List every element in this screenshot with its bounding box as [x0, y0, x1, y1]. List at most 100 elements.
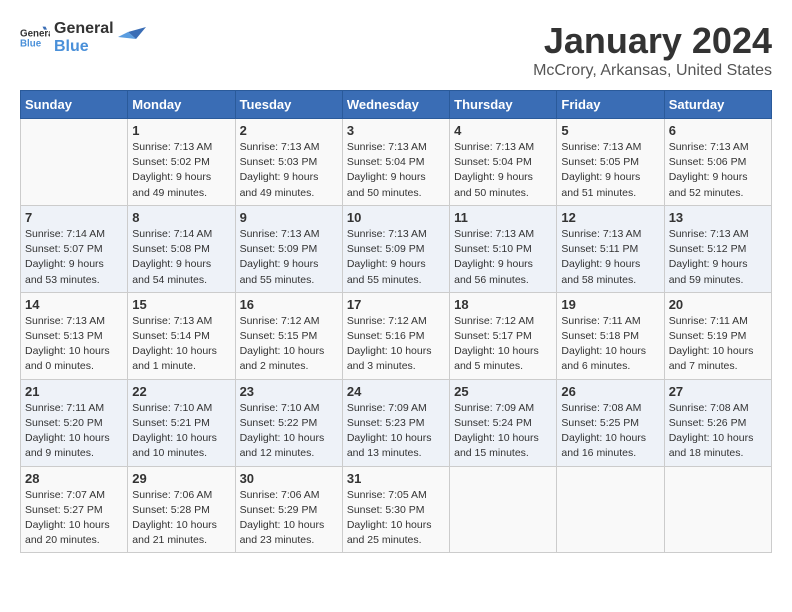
calendar-cell: 13 Sunrise: 7:13 AM Sunset: 5:12 PM Dayli…: [664, 205, 771, 292]
day-number: 30: [240, 471, 338, 486]
day-number: 17: [347, 297, 445, 312]
calendar-cell: [664, 466, 771, 553]
calendar-title: January 2024: [533, 20, 772, 62]
day-number: 26: [561, 384, 659, 399]
calendar-cell: 5 Sunrise: 7:13 AM Sunset: 5:05 PM Daylig…: [557, 119, 664, 206]
calendar-cell: 29 Sunrise: 7:06 AM Sunset: 5:28 PM Dayli…: [128, 466, 235, 553]
cell-content: Sunrise: 7:11 AM Sunset: 5:20 PM Dayligh…: [25, 401, 123, 462]
calendar-cell: 12 Sunrise: 7:13 AM Sunset: 5:11 PM Dayli…: [557, 205, 664, 292]
day-number: 31: [347, 471, 445, 486]
header-tuesday: Tuesday: [235, 91, 342, 119]
cell-content: Sunrise: 7:05 AM Sunset: 5:30 PM Dayligh…: [347, 488, 445, 549]
calendar-cell: 24 Sunrise: 7:09 AM Sunset: 5:23 PM Dayli…: [342, 379, 449, 466]
calendar-cell: 7Sunrise: 7:14 AM Sunset: 5:07 PM Daylig…: [21, 205, 128, 292]
calendar-cell: 31 Sunrise: 7:05 AM Sunset: 5:30 PM Dayli…: [342, 466, 449, 553]
cell-content: Sunrise: 7:14 AM Sunset: 5:08 PM Dayligh…: [132, 227, 230, 288]
cell-content: Sunrise: 7:06 AM Sunset: 5:28 PM Dayligh…: [132, 488, 230, 549]
cell-content: Sunrise: 7:13 AM Sunset: 5:10 PM Dayligh…: [454, 227, 552, 288]
day-number: 19: [561, 297, 659, 312]
week-row-5: 28 Sunrise: 7:07 AM Sunset: 5:27 PM Dayli…: [21, 466, 772, 553]
day-number: 24: [347, 384, 445, 399]
days-header-row: SundayMondayTuesdayWednesdayThursdayFrid…: [21, 91, 772, 119]
day-number: 25: [454, 384, 552, 399]
logo-general: General: [54, 20, 114, 38]
calendar-cell: 21 Sunrise: 7:11 AM Sunset: 5:20 PM Dayli…: [21, 379, 128, 466]
cell-content: Sunrise: 7:13 AM Sunset: 5:12 PM Dayligh…: [669, 227, 767, 288]
calendar-subtitle: McCrory, Arkansas, United States: [533, 62, 772, 80]
calendar-cell: 15Sunrise: 7:13 AM Sunset: 5:14 PM Dayli…: [128, 292, 235, 379]
cell-content: Sunrise: 7:13 AM Sunset: 5:04 PM Dayligh…: [454, 140, 552, 201]
day-number: 4: [454, 123, 552, 138]
cell-content: Sunrise: 7:11 AM Sunset: 5:19 PM Dayligh…: [669, 314, 767, 375]
cell-content: Sunrise: 7:13 AM Sunset: 5:06 PM Dayligh…: [669, 140, 767, 201]
logo-blue: Blue: [54, 38, 114, 56]
calendar-cell: 3 Sunrise: 7:13 AM Sunset: 5:04 PM Daylig…: [342, 119, 449, 206]
day-number: 27: [669, 384, 767, 399]
cell-content: Sunrise: 7:13 AM Sunset: 5:05 PM Dayligh…: [561, 140, 659, 201]
header-friday: Friday: [557, 91, 664, 119]
day-number: 13: [669, 210, 767, 225]
cell-content: Sunrise: 7:08 AM Sunset: 5:25 PM Dayligh…: [561, 401, 659, 462]
calendar-cell: 1Sunrise: 7:13 AM Sunset: 5:02 PM Daylig…: [128, 119, 235, 206]
header-monday: Monday: [128, 91, 235, 119]
day-number: 29: [132, 471, 230, 486]
day-number: 10: [347, 210, 445, 225]
day-number: 22: [132, 384, 230, 399]
header-thursday: Thursday: [450, 91, 557, 119]
logo: General Blue General Blue: [20, 20, 146, 55]
cell-content: Sunrise: 7:10 AM Sunset: 5:21 PM Dayligh…: [132, 401, 230, 462]
calendar-cell: 4 Sunrise: 7:13 AM Sunset: 5:04 PM Daylig…: [450, 119, 557, 206]
day-number: 6: [669, 123, 767, 138]
day-number: 21: [25, 384, 123, 399]
day-number: 1: [132, 123, 230, 138]
calendar-cell: 27 Sunrise: 7:08 AM Sunset: 5:26 PM Dayli…: [664, 379, 771, 466]
day-number: 2: [240, 123, 338, 138]
calendar-cell: 28 Sunrise: 7:07 AM Sunset: 5:27 PM Dayli…: [21, 466, 128, 553]
day-number: 20: [669, 297, 767, 312]
cell-content: Sunrise: 7:12 AM Sunset: 5:16 PM Dayligh…: [347, 314, 445, 375]
calendar-cell: 23 Sunrise: 7:10 AM Sunset: 5:22 PM Dayli…: [235, 379, 342, 466]
calendar-cell: 20 Sunrise: 7:11 AM Sunset: 5:19 PM Dayli…: [664, 292, 771, 379]
calendar-cell: 2Sunrise: 7:13 AM Sunset: 5:03 PM Daylig…: [235, 119, 342, 206]
cell-content: Sunrise: 7:10 AM Sunset: 5:22 PM Dayligh…: [240, 401, 338, 462]
cell-content: Sunrise: 7:12 AM Sunset: 5:17 PM Dayligh…: [454, 314, 552, 375]
cell-content: Sunrise: 7:13 AM Sunset: 5:04 PM Dayligh…: [347, 140, 445, 201]
calendar-cell: 6 Sunrise: 7:13 AM Sunset: 5:06 PM Daylig…: [664, 119, 771, 206]
day-number: 23: [240, 384, 338, 399]
calendar-table: SundayMondayTuesdayWednesdayThursdayFrid…: [20, 90, 772, 553]
day-number: 3: [347, 123, 445, 138]
calendar-cell: 8 Sunrise: 7:14 AM Sunset: 5:08 PM Daylig…: [128, 205, 235, 292]
calendar-cell: [557, 466, 664, 553]
week-row-4: 21 Sunrise: 7:11 AM Sunset: 5:20 PM Dayli…: [21, 379, 772, 466]
calendar-cell: 25 Sunrise: 7:09 AM Sunset: 5:24 PM Dayli…: [450, 379, 557, 466]
calendar-cell: 14Sunrise: 7:13 AM Sunset: 5:13 PM Dayli…: [21, 292, 128, 379]
week-row-1: 1Sunrise: 7:13 AM Sunset: 5:02 PM Daylig…: [21, 119, 772, 206]
day-number: 7: [25, 210, 123, 225]
calendar-cell: 19 Sunrise: 7:11 AM Sunset: 5:18 PM Dayli…: [557, 292, 664, 379]
cell-content: Sunrise: 7:13 AM Sunset: 5:11 PM Dayligh…: [561, 227, 659, 288]
calendar-cell: 18 Sunrise: 7:12 AM Sunset: 5:17 PM Dayli…: [450, 292, 557, 379]
day-number: 12: [561, 210, 659, 225]
cell-content: Sunrise: 7:09 AM Sunset: 5:23 PM Dayligh…: [347, 401, 445, 462]
cell-content: Sunrise: 7:09 AM Sunset: 5:24 PM Dayligh…: [454, 401, 552, 462]
cell-content: Sunrise: 7:11 AM Sunset: 5:18 PM Dayligh…: [561, 314, 659, 375]
day-number: 11: [454, 210, 552, 225]
logo-bird-icon: [118, 27, 146, 49]
day-number: 18: [454, 297, 552, 312]
day-number: 28: [25, 471, 123, 486]
logo-icon: General Blue: [20, 26, 50, 50]
header-wednesday: Wednesday: [342, 91, 449, 119]
calendar-cell: 30Sunrise: 7:06 AM Sunset: 5:29 PM Dayli…: [235, 466, 342, 553]
day-number: 8: [132, 210, 230, 225]
cell-content: Sunrise: 7:08 AM Sunset: 5:26 PM Dayligh…: [669, 401, 767, 462]
cell-content: Sunrise: 7:12 AM Sunset: 5:15 PM Dayligh…: [240, 314, 338, 375]
header-sunday: Sunday: [21, 91, 128, 119]
day-number: 9: [240, 210, 338, 225]
calendar-cell: 10Sunrise: 7:13 AM Sunset: 5:09 PM Dayli…: [342, 205, 449, 292]
title-area: January 2024 McCrory, Arkansas, United S…: [533, 20, 772, 80]
cell-content: Sunrise: 7:07 AM Sunset: 5:27 PM Dayligh…: [25, 488, 123, 549]
header: General Blue General Blue January 2024 M…: [20, 20, 772, 80]
day-number: 5: [561, 123, 659, 138]
calendar-cell: 9Sunrise: 7:13 AM Sunset: 5:09 PM Daylig…: [235, 205, 342, 292]
calendar-cell: 16Sunrise: 7:12 AM Sunset: 5:15 PM Dayli…: [235, 292, 342, 379]
